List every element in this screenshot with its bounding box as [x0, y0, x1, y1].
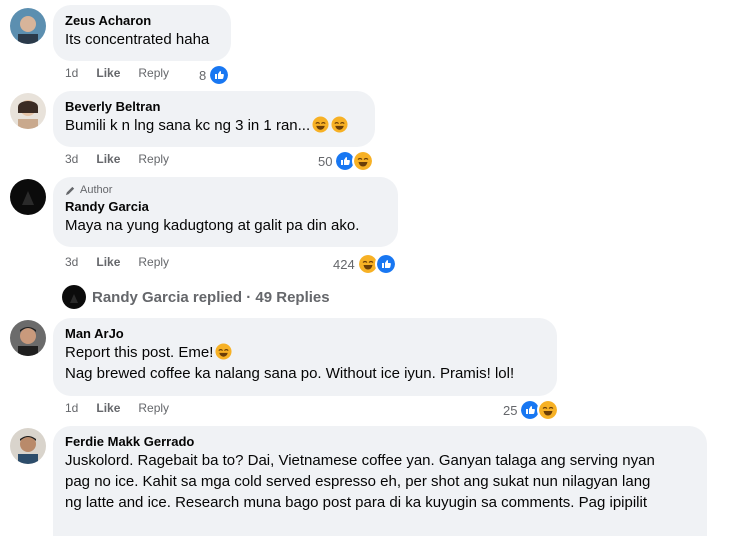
- comment-text-content: Bumili k n lng sana kc ng 3 in 1 ran...: [65, 117, 311, 134]
- haha-reaction-icon: [352, 150, 375, 172]
- avatar: [62, 285, 86, 309]
- avatar[interactable]: [10, 320, 46, 356]
- author-label: Author: [80, 184, 113, 196]
- reaction-summary[interactable]: 424: [333, 253, 397, 275]
- view-replies-link[interactable]: Randy Garcia replied · 49 Replies: [62, 285, 330, 309]
- comment-text-line: Juskolord. Ragebait ba to? Dai, Vietname…: [65, 452, 655, 469]
- comment-text-line: ng latte and ice. Research muna bago pos…: [65, 494, 647, 511]
- haha-reaction-icon: [537, 399, 560, 421]
- comment-actions: 1d Like Reply: [65, 66, 169, 80]
- comment-actions: 1d Like Reply: [65, 401, 169, 415]
- like-button[interactable]: Like: [96, 152, 120, 166]
- reaction-count: 424: [333, 256, 355, 272]
- laughing-emoji-icon: [215, 343, 232, 360]
- comment-bubble: Ferdie Makk Gerrado Juskolord. Ragebait …: [53, 426, 707, 536]
- laughing-emoji-icon: [331, 116, 348, 133]
- timestamp[interactable]: 1d: [65, 66, 78, 80]
- like-button[interactable]: Like: [96, 66, 120, 80]
- like-reaction-icon: [374, 253, 397, 275]
- commenter-name[interactable]: Randy Garcia: [65, 199, 386, 215]
- comment-text-line: pag no ice. Kahit sa mga cold served esp…: [65, 473, 651, 490]
- comment-bubble: Author Randy Garcia Maya na yung kadugto…: [53, 177, 398, 247]
- reaction-summary[interactable]: 50: [318, 150, 375, 172]
- reaction-count: 25: [503, 402, 518, 418]
- commenter-name[interactable]: Man ArJo: [65, 326, 545, 342]
- commenter-name[interactable]: Ferdie Makk Gerrado: [65, 434, 695, 450]
- reaction-count: 8: [199, 67, 207, 83]
- replies-link-text[interactable]: Randy Garcia replied · 49 Replies: [92, 289, 330, 306]
- reaction-summary[interactable]: 25: [503, 399, 560, 421]
- reaction-summary[interactable]: 8: [199, 64, 231, 86]
- timestamp[interactable]: 1d: [65, 401, 78, 415]
- reaction-count: 50: [318, 153, 333, 169]
- reply-button[interactable]: Reply: [138, 66, 169, 80]
- avatar[interactable]: [10, 93, 46, 129]
- avatar[interactable]: [10, 8, 46, 44]
- comment-actions: 3d Like Reply: [65, 255, 169, 269]
- avatar[interactable]: [10, 179, 46, 215]
- comment-bubble: Man ArJo Report this post. Eme! Nag brew…: [53, 318, 557, 396]
- reply-button[interactable]: Reply: [138, 152, 169, 166]
- author-badge: Author: [65, 184, 386, 196]
- comment-text-line: Report this post. Eme!: [65, 344, 214, 361]
- like-button[interactable]: Like: [96, 255, 120, 269]
- like-button[interactable]: Like: [96, 401, 120, 415]
- like-reaction-icon: [208, 64, 231, 86]
- laughing-emoji-icon: [312, 116, 329, 133]
- timestamp[interactable]: 3d: [65, 255, 78, 269]
- comment-text: Maya na yung kadugtong at galit pa din a…: [65, 217, 360, 234]
- comment-text-line: Nag brewed coffee ka nalang sana po. Wit…: [65, 365, 515, 382]
- commenter-name[interactable]: Zeus Acharon: [65, 13, 219, 29]
- timestamp[interactable]: 3d: [65, 152, 78, 166]
- pencil-icon: [65, 186, 75, 195]
- comment-actions: 3d Like Reply: [65, 152, 169, 166]
- comment-text: Report this post. Eme!: [65, 343, 545, 363]
- commenter-name[interactable]: Beverly Beltran: [65, 99, 363, 115]
- comment-text: Its concentrated haha: [65, 31, 210, 48]
- reply-button[interactable]: Reply: [138, 401, 169, 415]
- comment-text: Bumili k n lng sana kc ng 3 in 1 ran...: [65, 116, 363, 136]
- reply-button[interactable]: Reply: [138, 255, 169, 269]
- avatar[interactable]: [10, 428, 46, 464]
- comment-bubble: Beverly Beltran Bumili k n lng sana kc n…: [53, 91, 375, 147]
- comment-bubble: Zeus Acharon Its concentrated haha: [53, 5, 231, 61]
